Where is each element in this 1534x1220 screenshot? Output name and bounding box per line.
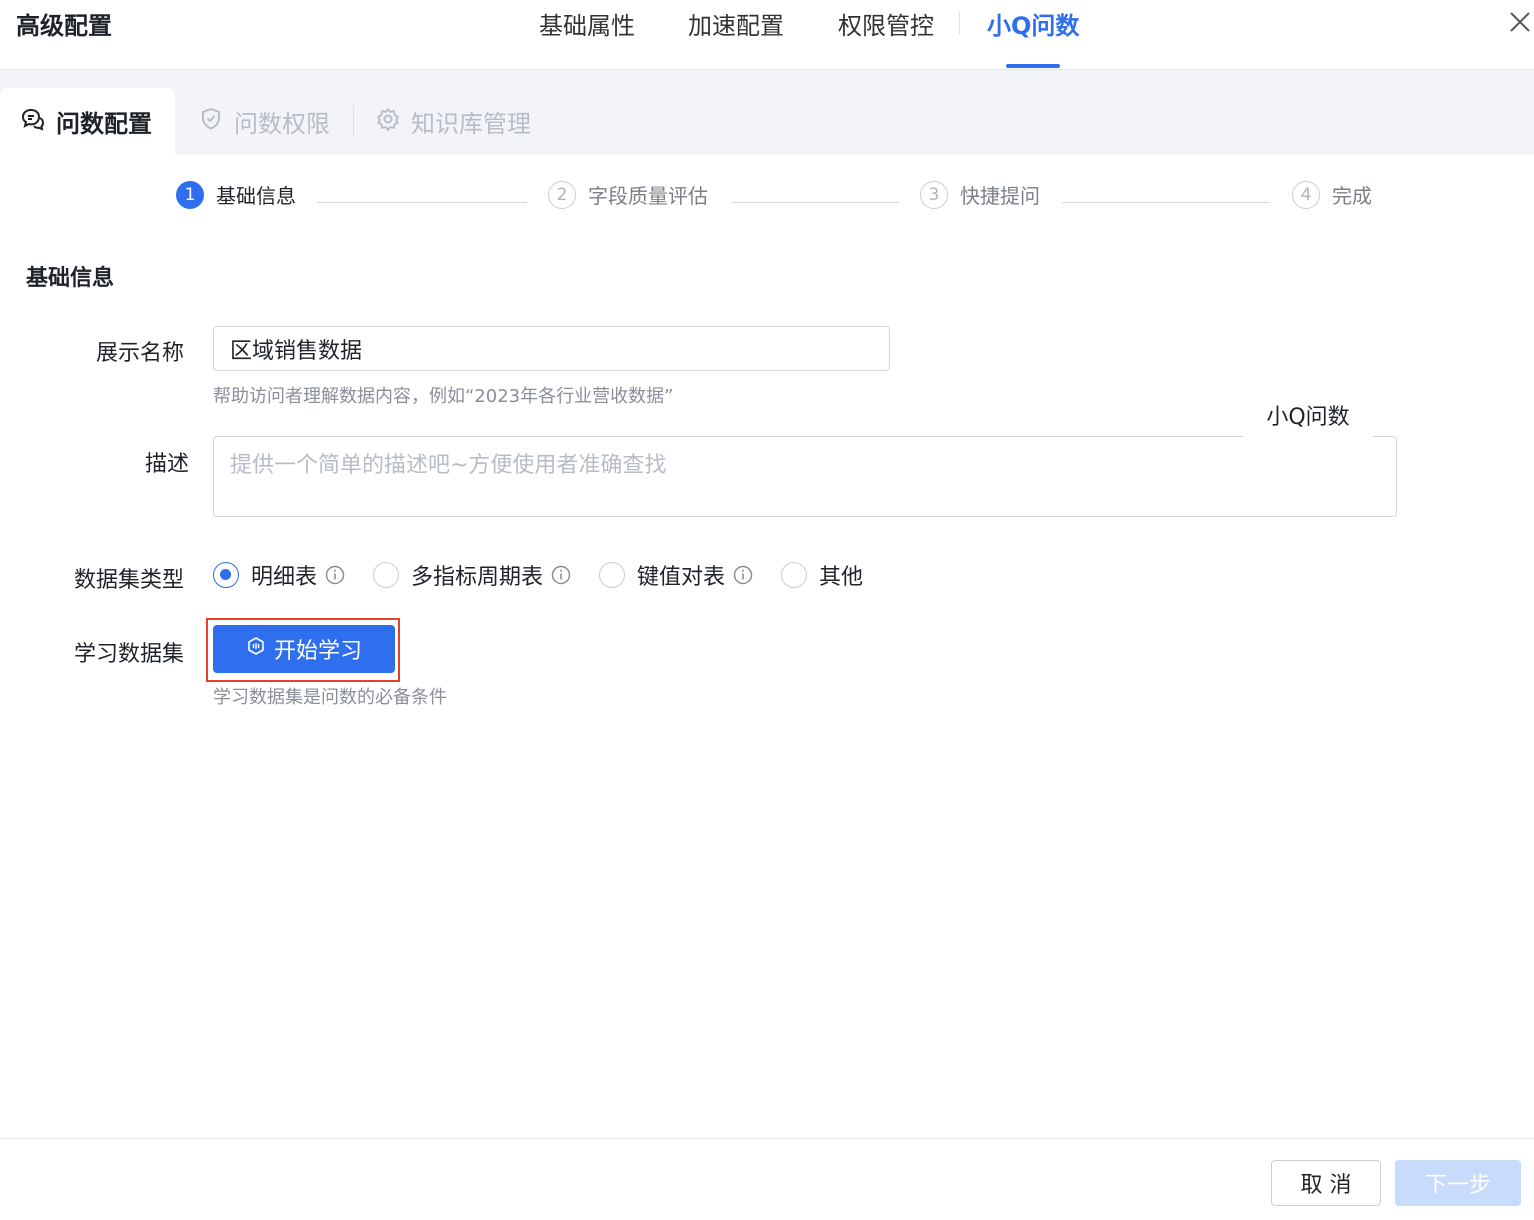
step-1: 1 基础信息 — [176, 180, 296, 209]
subtab-label: 知识库管理 — [411, 110, 531, 138]
description-textarea[interactable] — [213, 436, 1397, 517]
step-number: 3 — [920, 180, 948, 209]
step-number: 2 — [548, 180, 576, 209]
shield-check-icon — [198, 106, 224, 138]
learn-dataset-label: 学习数据集 — [74, 642, 185, 667]
display-name-hint: 帮助访问者理解数据内容，例如“2023年各行业营收数据” — [213, 386, 674, 407]
subtab-label: 问数权限 — [234, 110, 330, 138]
step-4: 4 完成 — [1292, 180, 1372, 209]
step-connector — [1062, 202, 1270, 203]
info-icon[interactable] — [325, 565, 345, 585]
radio-other[interactable]: 其他 — [781, 559, 863, 591]
subtab-ask-config[interactable]: 问数配置 — [0, 88, 175, 155]
gear-icon — [375, 106, 401, 138]
step-label: 快捷提问 — [960, 184, 1040, 208]
step-number: 4 — [1292, 180, 1320, 209]
info-icon[interactable] — [551, 565, 571, 585]
subtab-label: 问数配置 — [56, 110, 152, 138]
step-label: 字段质量评估 — [588, 184, 708, 208]
hexagon-icon — [246, 636, 266, 662]
step-connector — [317, 202, 527, 203]
info-icon[interactable] — [733, 565, 753, 585]
radio-unchecked-icon[interactable] — [781, 562, 808, 588]
display-name-input[interactable] — [213, 326, 890, 371]
tab-xiaoq-ask[interactable]: 小Q问数 — [987, 6, 1079, 41]
tab-acceleration[interactable]: 加速配置 — [688, 6, 784, 41]
step-connector — [731, 202, 899, 203]
cancel-button[interactable]: 取 消 — [1271, 1160, 1381, 1206]
active-tab-indicator — [1006, 64, 1060, 68]
tab-divider — [959, 12, 960, 34]
radio-label: 其他 — [819, 565, 864, 590]
start-learning-button[interactable]: 开始学习 — [213, 625, 395, 673]
floating-label: 小Q问数 — [1243, 392, 1373, 438]
radio-label: 明细表 — [251, 565, 318, 590]
radio-detail-table[interactable]: 明细表 — [213, 559, 345, 591]
tab-basic-properties[interactable]: 基础属性 — [539, 6, 635, 41]
step-label: 完成 — [1332, 184, 1372, 208]
close-icon[interactable] — [1506, 8, 1534, 36]
dialog-header: 高级配置 基础属性 加速配置 权限管控 小Q问数 — [0, 0, 1534, 70]
dialog-title: 高级配置 — [16, 12, 112, 40]
radio-checked-icon[interactable] — [213, 562, 239, 588]
next-step-button[interactable]: 下一步 — [1395, 1160, 1521, 1206]
section-title: 基础信息 — [26, 266, 115, 291]
step-number: 1 — [176, 180, 204, 209]
radio-multi-metric-table[interactable]: 多指标周期表 — [373, 559, 571, 591]
radio-unchecked-icon[interactable] — [599, 562, 626, 588]
description-label: 描述 — [145, 452, 190, 477]
radio-label: 多指标周期表 — [411, 565, 544, 590]
tab-permissions[interactable]: 权限管控 — [838, 6, 934, 41]
stepper: 1 基础信息 2 字段质量评估 3 快捷提问 4 完成 — [0, 180, 1534, 224]
radio-unchecked-icon[interactable] — [373, 562, 400, 588]
dataset-type-radio-group: 明细表 多指标周期表 键值对表 其他 — [213, 558, 891, 592]
learn-dataset-hint: 学习数据集是问数的必备条件 — [213, 687, 447, 708]
radio-label: 键值对表 — [637, 565, 726, 590]
subtab-ask-permission[interactable]: 问数权限 — [198, 88, 330, 155]
display-name-label: 展示名称 — [96, 341, 185, 366]
dataset-type-label: 数据集类型 — [74, 568, 185, 593]
step-2: 2 字段质量评估 — [548, 180, 708, 209]
start-learning-label: 开始学习 — [273, 639, 362, 664]
subtab-bar: 问数配置 问数权限 知识库管理 — [0, 70, 1534, 155]
step-3: 3 快捷提问 — [920, 180, 1040, 209]
subtab-knowledge-base[interactable]: 知识库管理 — [375, 88, 531, 155]
chat-bubbles-icon — [20, 106, 46, 138]
step-label: 基础信息 — [216, 184, 296, 208]
subtab-divider — [353, 105, 354, 137]
radio-key-value-table[interactable]: 键值对表 — [599, 559, 753, 591]
